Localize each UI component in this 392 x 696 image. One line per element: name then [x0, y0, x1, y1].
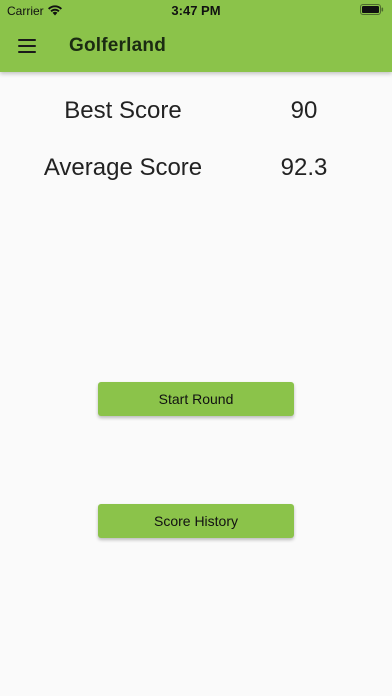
app-screen: Carrier 3:47 PM Golferland Best Score 90… — [0, 0, 392, 696]
best-score-label: Best Score — [64, 97, 182, 124]
app-title: Golferland — [69, 35, 167, 56]
hamburger-menu-icon[interactable] — [12, 32, 42, 60]
average-score-label: Average Score — [43, 154, 203, 181]
start-round-button[interactable]: Start Round — [98, 382, 294, 416]
battery-icon — [360, 4, 384, 15]
average-score-value: 92.3 — [280, 154, 328, 181]
best-score-value: 90 — [290, 97, 318, 124]
status-time: 3:47 PM — [171, 3, 221, 18]
app-bar: Carrier 3:47 PM Golferland — [0, 0, 392, 72]
status-bar: Carrier 3:47 PM — [0, 0, 392, 22]
score-history-button[interactable]: Score History — [98, 504, 294, 538]
